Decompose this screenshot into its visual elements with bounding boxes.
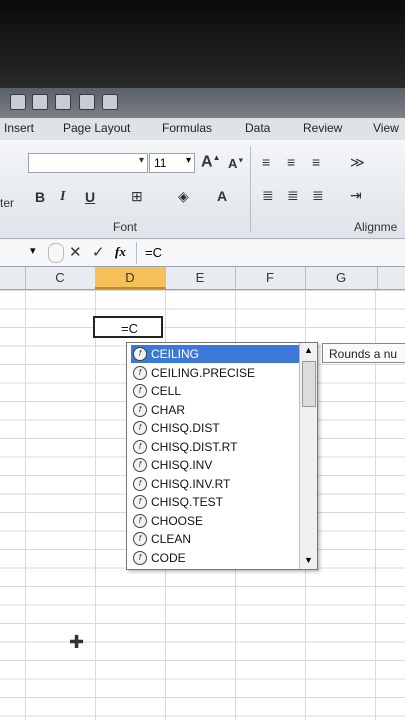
column-header-c[interactable]: C: [25, 267, 96, 289]
alignment-group-label: Alignme: [354, 220, 398, 234]
font-group-label: Font: [113, 220, 138, 234]
align-center-icon[interactable]: ≣: [287, 187, 299, 204]
list-item[interactable]: f CHISQ.DIST: [131, 419, 299, 437]
formula-divider: [136, 242, 137, 264]
font-size-value: 11: [154, 156, 167, 170]
function-icon: f: [133, 365, 147, 380]
list-item[interactable]: f CEILING.PRECISE: [131, 364, 299, 382]
list-item[interactable]: f CODE: [131, 549, 299, 567]
function-tooltip: Rounds a nu: [322, 343, 405, 363]
column-headers: C D E F G: [0, 267, 405, 290]
scroll-up-icon[interactable]: ▲: [304, 345, 313, 355]
orientation-icon[interactable]: ≫: [350, 154, 365, 171]
print-icon[interactable]: [32, 94, 48, 110]
column-header-f[interactable]: F: [235, 267, 306, 289]
cursor-cross-icon: ✚: [69, 632, 85, 652]
indent-icon[interactable]: ⇥: [350, 187, 362, 204]
function-icon: f: [133, 513, 147, 528]
list-item[interactable]: f CHISQ.INV: [131, 456, 299, 474]
list-item[interactable]: f CEILING: [131, 345, 299, 363]
customize-icon[interactable]: [102, 94, 118, 110]
tab-view[interactable]: View: [373, 121, 399, 135]
scroll-thumb[interactable]: [302, 361, 316, 407]
formula-bar-handle[interactable]: [48, 243, 64, 263]
tab-data[interactable]: Data: [245, 121, 270, 135]
screen-bezel: [0, 0, 405, 92]
paste-icon[interactable]: [79, 94, 95, 110]
select-all-corner[interactable]: [0, 267, 26, 289]
chevron-down-icon: ▾: [138, 155, 144, 166]
tab-page-layout[interactable]: Page Layout: [63, 121, 130, 135]
autocomplete-list[interactable]: f CEILING f CEILING.PRECISE f CELL f CHAR fC…: [126, 342, 318, 570]
tab-formulas[interactable]: Formulas: [162, 121, 212, 135]
align-right-icon[interactable]: ≣: [312, 187, 324, 204]
ribbon-tabs: Insert Page Layout Formulas Data Review …: [0, 118, 405, 141]
open-icon[interactable]: [55, 94, 71, 110]
enter-icon[interactable]: ✓: [92, 243, 105, 261]
align-left-icon[interactable]: ≣: [262, 187, 274, 204]
name-box-dropdown-icon[interactable]: ▾: [30, 244, 36, 257]
list-item[interactable]: f CLEAN: [131, 530, 299, 548]
list-item[interactable]: f CELL: [131, 382, 299, 400]
borders-icon[interactable]: ⊞: [131, 188, 143, 205]
ribbon: ter ▾ 11 ▾ A▲ A▼ B I U ⊞ ◈ A Font ≡ ≡ ≡ …: [0, 140, 405, 239]
grow-font-button[interactable]: A▲: [201, 153, 220, 171]
font-name-dropdown[interactable]: ▾: [28, 153, 148, 173]
align-middle-icon[interactable]: ≡: [287, 154, 295, 170]
font-size-dropdown[interactable]: 11 ▾: [149, 153, 195, 173]
column-header-g[interactable]: G: [305, 267, 378, 289]
column-header-e[interactable]: E: [165, 267, 236, 289]
column-header-d[interactable]: D: [95, 267, 166, 289]
tab-insert[interactable]: Insert: [4, 121, 34, 135]
function-icon: f: [133, 421, 147, 435]
clipboard-group-label: ter: [0, 196, 15, 210]
underline-button[interactable]: U: [85, 189, 95, 205]
align-bottom-icon[interactable]: ≡: [312, 154, 320, 170]
formula-bar: ▾ ✕ ✓ fx =C: [0, 240, 405, 267]
list-item[interactable]: f CHISQ.DIST.RT: [131, 438, 299, 456]
italic-button[interactable]: I: [60, 189, 65, 205]
font-color-icon[interactable]: A: [217, 188, 227, 204]
bold-button[interactable]: B: [35, 189, 45, 205]
shrink-font-button[interactable]: A▼: [228, 156, 244, 171]
function-icon: f: [133, 532, 147, 546]
formula-input[interactable]: =C: [145, 245, 162, 260]
function-icon: f: [133, 495, 147, 509]
function-icon: f: [133, 402, 147, 417]
list-item[interactable]: f CHOOSE: [131, 512, 299, 530]
function-icon: f: [133, 476, 147, 491]
align-top-icon[interactable]: ≡: [262, 154, 270, 170]
list-item[interactable]: f CHAR: [131, 401, 299, 419]
active-cell[interactable]: =C: [93, 316, 163, 338]
function-icon: f: [133, 347, 147, 361]
scroll-down-icon[interactable]: ▼: [304, 555, 313, 565]
list-item[interactable]: f CHISQ.TEST: [131, 493, 299, 511]
function-icon: f: [133, 550, 147, 565]
fill-color-icon[interactable]: ◈: [178, 188, 189, 205]
cancel-icon[interactable]: ✕: [69, 243, 82, 261]
group-divider: [250, 146, 251, 232]
function-icon: f: [133, 439, 147, 454]
autocomplete-scrollbar[interactable]: ▲ ▼: [299, 343, 317, 569]
save-icon[interactable]: [10, 94, 26, 110]
chevron-down-icon: ▾: [185, 155, 191, 166]
quick-access-toolbar: [0, 88, 405, 118]
tab-review[interactable]: Review: [303, 121, 342, 135]
function-icon[interactable]: fx: [115, 244, 126, 260]
function-icon: f: [133, 458, 147, 472]
list-item[interactable]: f CHISQ.INV.RT: [131, 475, 299, 493]
function-icon: f: [133, 384, 147, 398]
